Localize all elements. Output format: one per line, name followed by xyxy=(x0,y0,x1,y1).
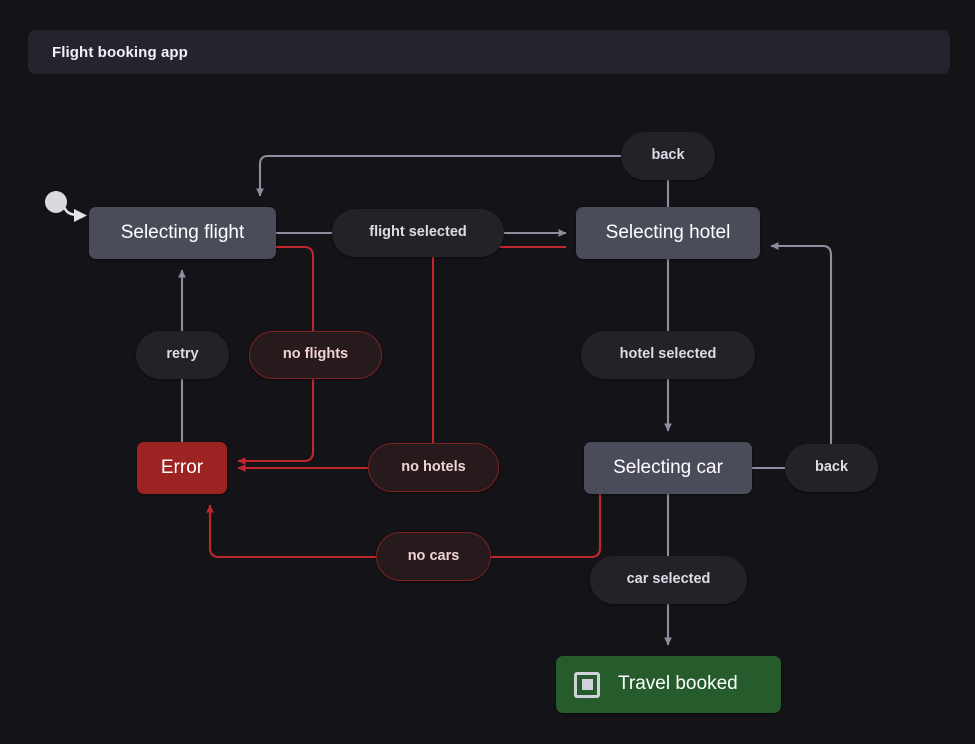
event-back-top[interactable]: back xyxy=(621,132,715,180)
event-no-hotels[interactable]: no hotels xyxy=(368,443,499,492)
event-label: car selected xyxy=(627,572,711,588)
final-state-icon xyxy=(574,672,600,698)
event-label: flight selected xyxy=(369,225,467,241)
state-label: Selecting car xyxy=(613,458,723,479)
state-selecting-car[interactable]: Selecting car xyxy=(584,442,752,494)
event-car-selected[interactable]: car selected xyxy=(590,556,747,604)
state-label: Travel booked xyxy=(618,674,738,695)
state-selecting-hotel[interactable]: Selecting hotel xyxy=(576,207,760,259)
event-label: back xyxy=(651,148,684,164)
state-label: Selecting hotel xyxy=(606,223,731,244)
event-label: retry xyxy=(166,347,198,363)
state-label: Selecting flight xyxy=(121,223,245,244)
event-label: no flights xyxy=(283,347,348,363)
event-no-cars[interactable]: no cars xyxy=(376,532,491,581)
event-retry[interactable]: retry xyxy=(136,331,229,379)
statechart-canvas[interactable]: Selecting flight Selecting hotel Selecti… xyxy=(0,0,975,744)
event-no-flights[interactable]: no flights xyxy=(249,331,382,379)
event-hotel-selected[interactable]: hotel selected xyxy=(581,331,755,379)
event-label: hotel selected xyxy=(620,347,717,363)
event-back-right[interactable]: back xyxy=(785,444,878,492)
event-label: no hotels xyxy=(401,460,465,476)
event-label: no cars xyxy=(408,549,460,565)
state-selecting-flight[interactable]: Selecting flight xyxy=(89,207,276,259)
state-travel-booked[interactable]: Travel booked xyxy=(556,656,781,713)
event-flight-selected[interactable]: flight selected xyxy=(332,209,504,257)
initial-state-marker xyxy=(45,191,67,213)
state-error[interactable]: Error xyxy=(137,442,227,494)
state-label: Error xyxy=(161,458,203,479)
event-label: back xyxy=(815,460,848,476)
